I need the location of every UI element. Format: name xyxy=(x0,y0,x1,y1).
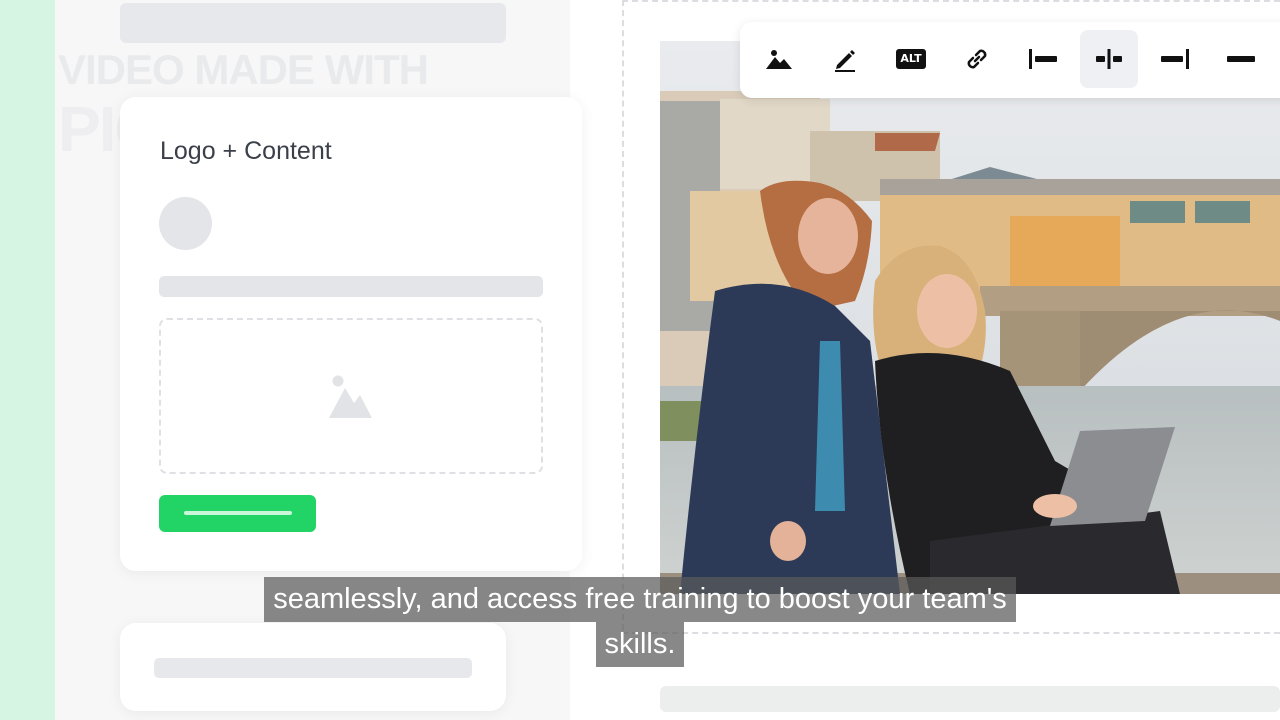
image-placeholder-icon xyxy=(329,375,372,418)
bottom-placeholder-bar xyxy=(660,686,1280,712)
align-center-icon xyxy=(1096,49,1122,69)
align-right-icon xyxy=(1161,49,1189,69)
tool-image[interactable] xyxy=(750,30,808,88)
image-icon xyxy=(766,50,792,69)
alt-text-icon: ALT xyxy=(896,49,926,69)
tool-align-right[interactable] xyxy=(1146,30,1204,88)
tool-full-width[interactable] xyxy=(1212,30,1270,88)
tool-align-center[interactable] xyxy=(1080,30,1138,88)
tool-alt-text[interactable]: ALT xyxy=(882,30,940,88)
tool-link[interactable] xyxy=(948,30,1006,88)
logo-placeholder-circle xyxy=(159,197,212,250)
cta-button-label-placeholder xyxy=(184,511,292,515)
canvas-guide-top xyxy=(622,0,1280,2)
tool-align-left[interactable] xyxy=(1014,30,1072,88)
align-left-icon xyxy=(1029,49,1057,69)
image-toolbar: ALT xyxy=(740,22,1280,98)
caption-line-1: seamlessly, and access free training to … xyxy=(264,577,1016,622)
pencil-icon xyxy=(835,50,855,72)
card-title: Logo + Content xyxy=(160,137,332,165)
tool-edit[interactable] xyxy=(816,30,874,88)
caption-line-2: skills. xyxy=(595,622,685,667)
watermark-line-1: VIDEO MADE WITH xyxy=(58,46,429,93)
selected-photo[interactable] xyxy=(660,41,1280,594)
link-icon xyxy=(967,49,987,69)
video-captions: seamlessly, and access free training to … xyxy=(0,577,1280,667)
text-placeholder-bar xyxy=(159,276,543,297)
top-placeholder-bar xyxy=(120,3,506,43)
canvas-guide-left xyxy=(622,0,624,630)
full-width-icon xyxy=(1227,56,1255,62)
